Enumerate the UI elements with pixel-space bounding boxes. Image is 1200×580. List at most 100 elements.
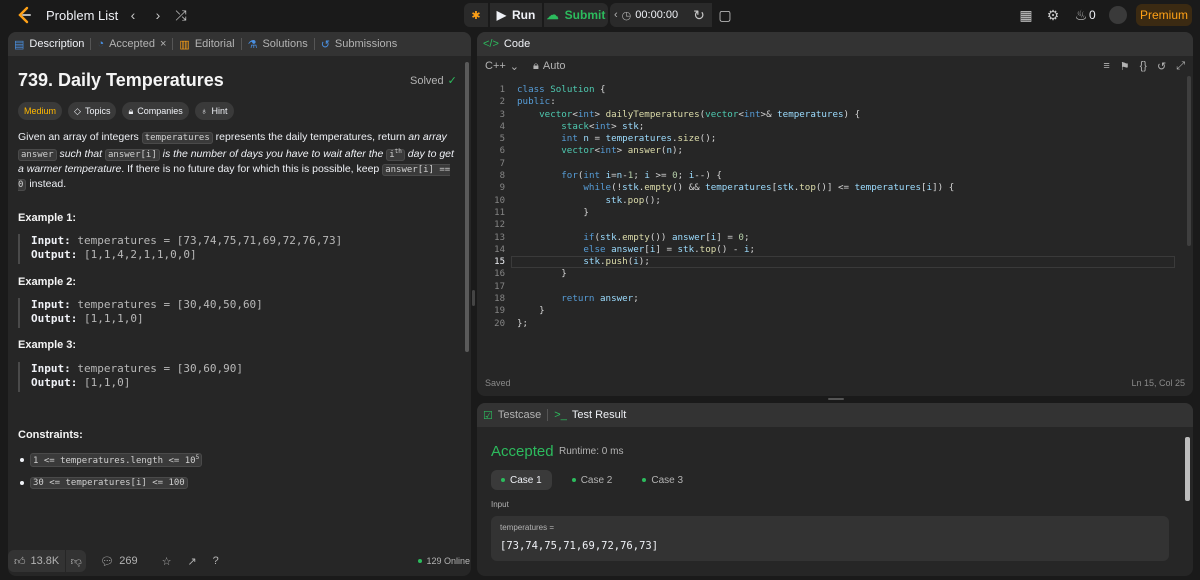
chevron-right-icon[interactable]: › xyxy=(149,6,167,24)
result-scrollbar[interactable] xyxy=(1185,437,1190,501)
input-label: Input: xyxy=(31,298,71,311)
description-scrollbar[interactable] xyxy=(465,62,469,352)
braces-icon[interactable]: {} xyxy=(1140,60,1147,72)
desc-italic: an array xyxy=(408,131,447,143)
desc-text: instead. xyxy=(26,178,67,190)
problem-list-link[interactable]: Problem List xyxy=(46,8,118,23)
input-box: temperatures = [73,74,75,71,69,72,76,73] xyxy=(491,516,1169,561)
code-header: </> Code xyxy=(477,32,1193,56)
tab-code[interactable]: </> Code xyxy=(477,38,536,50)
tab-solutions[interactable]: ⚗ Solutions xyxy=(242,38,314,51)
topics-chip[interactable]: ◇ Topics xyxy=(68,102,117,120)
gear-icon[interactable]: ⚙ xyxy=(1044,6,1062,24)
run-label: Run xyxy=(511,8,536,22)
top-nav: Problem List ‹ › ⤮ ✱ ▶ Run ☁ Submit ‹ ◷ 00… xyxy=(0,0,1200,30)
save-status: Saved xyxy=(485,378,511,388)
desc-code: temperatures xyxy=(141,132,213,144)
tab-editorial[interactable]: ▥ Editorial xyxy=(173,38,240,51)
flask-icon: ⚗ xyxy=(247,38,258,51)
input-label: Input: xyxy=(31,234,71,247)
code-editor[interactable]: class Solution { public: vector<int> dai… xyxy=(517,84,954,330)
bullet xyxy=(20,481,24,485)
editor-scrollbar[interactable] xyxy=(1187,76,1191,246)
like-button[interactable]: 👍︎ 13.8K xyxy=(8,550,66,572)
line-number: 1 xyxy=(499,85,505,95)
tab-description-label: Description xyxy=(29,38,85,50)
tab-accepted[interactable]: ◔ Accepted × xyxy=(91,38,172,50)
constraint-item: 1 <= temperatures.length <= 105 xyxy=(20,453,203,467)
result-status: Accepted xyxy=(491,443,554,460)
close-icon[interactable]: × xyxy=(160,38,166,50)
result-tabs: ☑ Testcase >_ Test Result xyxy=(477,403,1193,427)
tab-test-result[interactable]: >_ Test Result xyxy=(548,409,632,421)
dislike-button[interactable]: 👎︎ xyxy=(66,550,87,572)
format-icon[interactable]: ≡ xyxy=(1103,60,1109,72)
description-footer: 👍︎ 13.8K 👎︎ 💬︎ 269 ☆ ↗ ? 129 Online xyxy=(8,548,470,574)
line-number: 19 xyxy=(494,306,505,317)
line-number: 9 xyxy=(499,183,505,194)
line-number: 15 xyxy=(494,257,505,268)
desc-code: ith xyxy=(386,148,405,161)
notes-icon[interactable]: ▢ xyxy=(716,6,734,24)
clock-icon: ◔ xyxy=(97,38,105,50)
input-var-value: [73,74,75,71,69,72,76,73] xyxy=(500,540,659,552)
code-panel: </> Code C++ ⌄ 🔒︎ Auto ≡ ⚑ {} ↺ ⤢ 123456789… xyxy=(477,32,1193,396)
companies-chip[interactable]: 🔒︎ Companies xyxy=(122,102,189,120)
premium-button[interactable]: Premium xyxy=(1136,4,1192,26)
cursor-position: Ln 15, Col 25 xyxy=(1131,378,1185,388)
line-number: 5 xyxy=(499,134,505,145)
tab-description[interactable]: ▤ Description xyxy=(8,38,90,51)
run-button[interactable]: ▶ Run xyxy=(490,3,542,27)
debug-button[interactable]: ✱ xyxy=(464,3,488,27)
star-icon[interactable]: ☆ xyxy=(162,555,172,568)
desc-code: answer xyxy=(18,149,57,161)
panel-resizer[interactable] xyxy=(472,290,475,306)
avatar[interactable] xyxy=(1109,6,1127,24)
auto-mode[interactable]: 🔒︎ Auto xyxy=(533,60,566,73)
play-circle-icon[interactable]: ◷ xyxy=(622,9,632,22)
horizontal-resizer[interactable] xyxy=(828,398,844,400)
chevron-left-icon[interactable]: ‹ xyxy=(124,6,142,24)
reset-icon[interactable]: ↺ xyxy=(1157,60,1166,73)
constraint-text: 1 <= temperatures.length <= 10 xyxy=(33,456,196,466)
case-label: Case 3 xyxy=(651,474,684,486)
help-icon[interactable]: ? xyxy=(213,555,219,567)
bookmark-icon[interactable]: ⚑ xyxy=(1120,60,1130,73)
problem-title[interactable]: 739. Daily Temperatures xyxy=(18,70,224,91)
runtime: Runtime: 0 ms xyxy=(559,446,624,457)
fire-icon[interactable]: ♨ xyxy=(1072,6,1090,24)
tag-icon: ◇ xyxy=(74,105,81,116)
streak-count: 0 xyxy=(1089,8,1096,22)
logo-icon[interactable] xyxy=(16,6,34,24)
run-controls: ✱ ▶ Run ☁ Submit xyxy=(464,3,608,27)
chevron-left-icon[interactable]: ‹ xyxy=(614,9,618,21)
line-numbers: 1 2 3 4 5 6 7 8 9 10 11 12 13 14 15 16 17 18 19 20 xyxy=(477,84,505,330)
shuffle-icon[interactable]: ⤮ xyxy=(172,6,190,24)
companies-label: Companies xyxy=(137,106,183,116)
case-tab-2[interactable]: Case 2 xyxy=(562,470,623,490)
share-icon[interactable]: ↗ xyxy=(187,555,196,568)
upload-cloud-icon: ☁ xyxy=(546,8,559,22)
fullscreen-icon[interactable]: ⤢ xyxy=(1176,60,1185,73)
reset-timer-icon[interactable]: ↻ xyxy=(690,6,708,24)
line-number: 6 xyxy=(499,146,505,157)
case-tab-1[interactable]: Case 1 xyxy=(491,470,552,490)
tab-submissions[interactable]: ↺ Submissions xyxy=(315,38,404,51)
line-number: 17 xyxy=(494,281,505,292)
current-line-highlight xyxy=(511,256,1175,268)
hint-chip[interactable]: ♁ Hint xyxy=(194,102,234,120)
tab-testcase[interactable]: ☑ Testcase xyxy=(477,409,547,422)
comments-button[interactable]: 💬︎ 269 xyxy=(100,555,137,568)
submit-button[interactable]: ☁ Submit xyxy=(544,3,608,27)
line-number: 13 xyxy=(494,232,505,243)
example-2-block: Input: temperatures = [30,40,50,60] Outp… xyxy=(18,298,263,328)
case-tab-3[interactable]: Case 3 xyxy=(632,470,693,490)
line-number: 10 xyxy=(494,195,505,206)
check-circle-icon: ✓ xyxy=(447,75,457,87)
language-select[interactable]: C++ ⌄ xyxy=(485,60,519,73)
difficulty-badge: Medium xyxy=(18,102,63,120)
tab-testcase-label: Testcase xyxy=(497,409,542,421)
line-number: 8 xyxy=(499,171,505,182)
layout-icon[interactable]: ▦ xyxy=(1017,6,1035,24)
language-value: C++ xyxy=(485,59,506,72)
